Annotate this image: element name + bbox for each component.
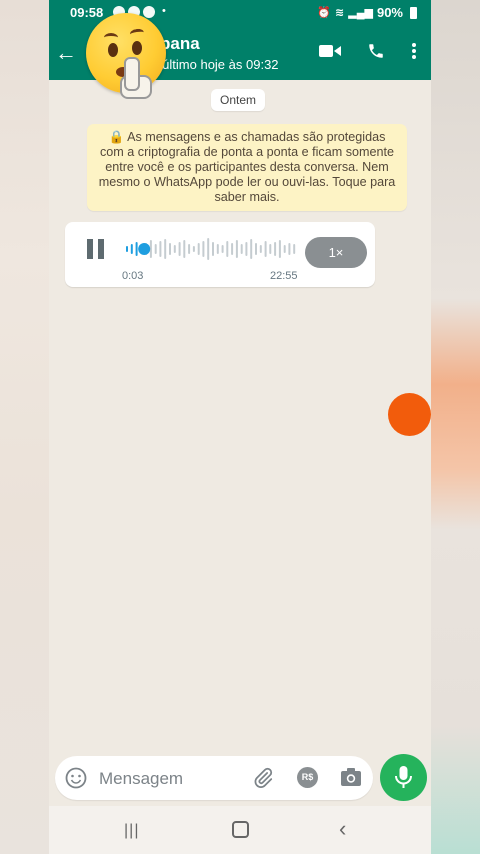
nav-back-icon[interactable]: ‹ — [339, 816, 346, 842]
phone-screen: 09:58 • ⏰ ≋ ▂▄▆ 90% ← pana or último hoj… — [49, 0, 431, 854]
mic-icon — [395, 766, 412, 788]
waveform-bar — [264, 241, 267, 257]
waveform-bar — [288, 243, 291, 255]
waveform-bar — [293, 244, 296, 254]
wifi-icon: ≋ — [335, 7, 345, 19]
emoji-icon[interactable] — [65, 767, 87, 794]
paperclip-icon[interactable] — [252, 767, 274, 794]
more-notifications-dot: • — [162, 5, 166, 17]
waveform-bar — [126, 246, 128, 252]
pause-button[interactable] — [86, 239, 106, 259]
waveform-bar — [154, 244, 157, 254]
waveform-bar — [164, 239, 167, 259]
signal-icon: ▂▄▆ — [348, 7, 373, 19]
voice-elapsed: 0:03 — [122, 270, 144, 282]
shushing-face-emoji-overlay — [86, 13, 166, 99]
waveform-bar — [255, 243, 257, 255]
chat-header: 09:58 • ⏰ ≋ ▂▄▆ 90% ← pana or último hoj… — [49, 0, 431, 99]
waveform-bar — [207, 238, 210, 260]
date-chip: Ontem — [211, 89, 266, 111]
waveform-bar — [283, 245, 286, 253]
video-call-icon[interactable] — [319, 43, 341, 59]
message-composer: R$ — [55, 756, 373, 800]
waveform-bar — [178, 242, 181, 256]
status-time: 09:58 — [70, 5, 104, 20]
lock-icon: 🔒 — [108, 130, 125, 144]
waveform-bar — [197, 243, 200, 255]
waveform-bar — [159, 241, 162, 257]
message-input[interactable] — [97, 764, 251, 794]
waveform-bar — [188, 244, 191, 254]
playback-speed-button[interactable]: 1× — [305, 237, 367, 268]
waveform-bar — [135, 242, 138, 256]
waveform-bar — [274, 242, 277, 256]
waveform-bar — [130, 244, 133, 254]
waveform-bar — [169, 243, 171, 255]
alarm-icon: ⏰ — [317, 7, 332, 19]
waveform-bar — [259, 245, 262, 253]
voice-waveform[interactable] — [125, 236, 297, 262]
waveform-bar — [173, 245, 176, 253]
waveform-bar — [250, 239, 253, 259]
contact-last-seen: or último hoje às 09:32 — [147, 57, 279, 72]
waveform-bar — [212, 242, 214, 256]
waveform-bar — [216, 244, 219, 254]
encryption-notice[interactable]: 🔒 As mensagens e as chamadas são protegi… — [87, 124, 407, 211]
arrow-left-icon[interactable]: ← — [55, 40, 77, 66]
system-navigation-bar: ||| ‹ — [49, 806, 431, 854]
home-icon[interactable] — [232, 821, 249, 838]
battery-percent: 90% — [376, 5, 403, 20]
voice-message: 0:03 22:55 1× — [65, 222, 375, 287]
left-blur-margin — [0, 0, 50, 854]
waveform-bar — [192, 246, 195, 252]
status-right-cluster: ⏰ ≋ ▂▄▆ 90% — [317, 5, 417, 20]
mic-button[interactable] — [380, 754, 427, 801]
phone-icon[interactable] — [367, 42, 385, 60]
battery-icon — [410, 6, 417, 19]
waveform-bar — [245, 242, 248, 256]
more-vert-icon[interactable] — [411, 42, 417, 60]
playback-scrubber[interactable] — [138, 243, 151, 255]
waveform-bar — [183, 240, 186, 258]
waveform-bar — [269, 244, 272, 254]
touch-indicator-dot — [388, 393, 431, 436]
header-actions — [319, 42, 417, 60]
payment-button[interactable]: R$ — [297, 767, 318, 788]
encryption-notice-text: As mensagens e as chamadas são protegida… — [98, 130, 396, 204]
right-blur-margin — [430, 0, 480, 854]
waveform-bar — [278, 240, 281, 258]
camera-icon[interactable] — [340, 767, 362, 792]
recents-icon[interactable]: ||| — [124, 822, 139, 840]
waveform-bar — [235, 240, 238, 258]
waveform-bar — [221, 245, 224, 253]
waveform-bar — [231, 243, 234, 255]
waveform-bar — [226, 241, 229, 257]
waveform-bar — [240, 244, 243, 254]
waveform-bar — [202, 241, 205, 257]
voice-timestamp: 22:55 — [270, 270, 298, 282]
